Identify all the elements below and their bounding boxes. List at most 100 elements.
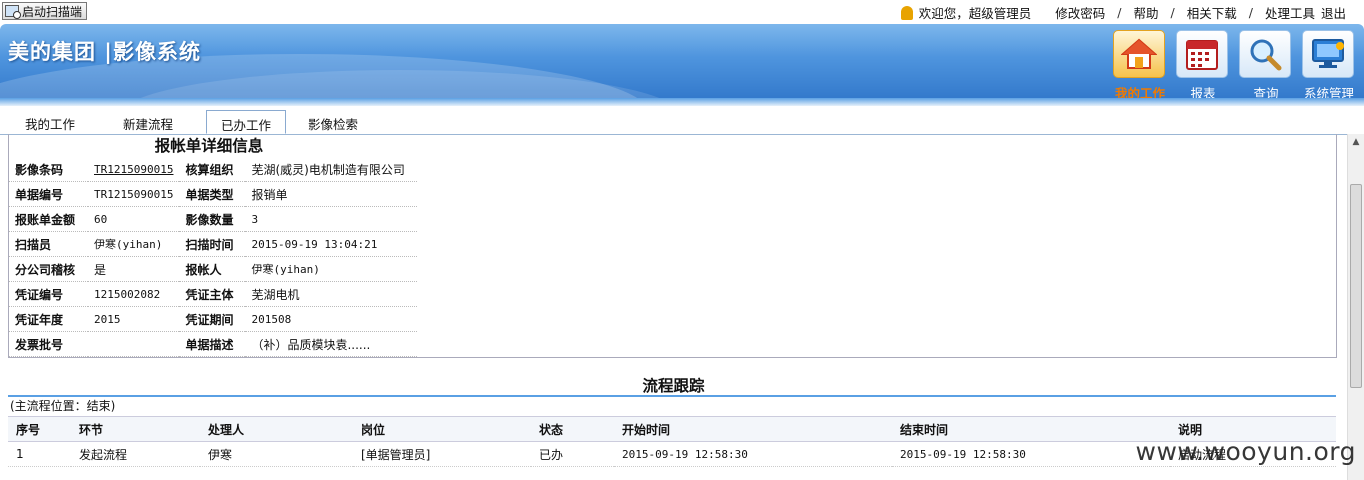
downloads-link[interactable]: 相关下载 (1187, 3, 1237, 22)
column-header: 环节 (71, 416, 200, 442)
vertical-scrollbar[interactable]: ▲ (1347, 134, 1364, 480)
field-label: 发票批号 (9, 331, 88, 357)
user-icon (900, 5, 913, 20)
field-label: 凭证编号 (9, 281, 88, 307)
column-header: 序号 (8, 416, 71, 442)
nav-search[interactable]: 查询 (1239, 30, 1293, 102)
table-cell: 1 (8, 441, 71, 467)
magnifier-icon (1250, 39, 1282, 71)
field-value-cell: 1215002082 (88, 281, 180, 307)
field-label: 报账单金额 (9, 206, 88, 232)
scroll-thumb[interactable] (1350, 184, 1362, 388)
image-barcode-value[interactable]: TR1215090015 (94, 163, 173, 176)
field-value: 是 (88, 256, 180, 282)
field-label: 凭证期间 (179, 306, 246, 332)
tab-my-work[interactable]: 我的工作 (25, 114, 75, 133)
field-value: TR1215090015 (94, 188, 174, 201)
table-cell: 已办 (531, 441, 614, 467)
field-value: 60 (94, 213, 108, 226)
field-value: 2015-09-19 13:04:21 (251, 238, 378, 251)
tab-image-search[interactable]: 影像检索 (308, 114, 358, 133)
start-scanner-label: 启动扫描端 (22, 4, 83, 19)
brand-title: 美的集团 |影像系统 (8, 40, 201, 64)
scroll-up-icon[interactable]: ▲ (1348, 134, 1364, 150)
field-label: 影像数量 (179, 206, 246, 232)
table-row: 报账单金额 60 影像数量 3 (9, 206, 418, 232)
field-value-cell: 2015-09-19 13:04:21 (245, 231, 418, 257)
table-row: 扫描员 伊寒(yihan) 扫描时间 2015-09-19 13:04:21 (9, 231, 418, 257)
field-value: （补）品质模块袁...... (245, 331, 418, 357)
column-header: 岗位 (353, 416, 531, 442)
table-row: 分公司稽核 是 报帐人 伊寒(yihan) (9, 256, 418, 282)
top-links: 欢迎您，超级管理员 修改密码 / 帮助 / 相关下载 / 处理工具 退出 (900, 3, 1346, 22)
home-icon (1121, 38, 1157, 69)
detail-panel: 报帐单详细信息 影像条码 TR1215090015 核算组织 芜湖(威灵)电机制… (8, 134, 1337, 358)
field-value: 报销单 (245, 181, 418, 207)
field-label: 单据类型 (179, 181, 246, 207)
help-link[interactable]: 帮助 (1134, 3, 1159, 22)
table-cell: 2015-09-19 12:58:30 (900, 448, 1026, 461)
field-label: 凭证年度 (9, 306, 88, 332)
field-label: 核算组织 (179, 157, 246, 182)
field-value-cell: TR1215090015 (88, 181, 180, 207)
nav-system-admin[interactable]: 系统管理 (1302, 30, 1356, 102)
tab-bar: 我的工作 新建流程 已办工作 影像检索 (0, 110, 1347, 135)
main-nav: 我的工作 报表 查询 系统管理 (1113, 30, 1356, 102)
column-header: 状态 (531, 416, 614, 442)
scanner-icon (5, 5, 21, 19)
monitor-icon (1312, 39, 1344, 68)
table-cell-cell: 2015-09-19 12:58:30 (614, 441, 892, 467)
field-value: 3 (251, 213, 259, 226)
field-value: 伊寒(yihan) (94, 238, 163, 251)
field-value-cell: 伊寒(yihan) (245, 256, 418, 282)
column-header: 结束时间 (892, 416, 1170, 442)
table-cell: 2015-09-19 12:58:30 (622, 448, 748, 461)
table-row: 发票批号 单据描述 （补）品质模块袁...... (9, 331, 418, 357)
field-value-cell: 60 (88, 206, 180, 232)
flow-title: 流程跟踪 (642, 377, 705, 395)
column-header: 开始时间 (614, 416, 892, 442)
column-header: 处理人 (200, 416, 353, 442)
nav-my-work[interactable]: 我的工作 (1113, 30, 1167, 102)
header-banner: 美的集团 |影像系统 我的工作 报表 查询 系统管理 (0, 24, 1364, 106)
table-cell-cell: 2015-09-19 12:58:30 (892, 441, 1170, 467)
field-label: 报帐人 (179, 256, 246, 282)
table-row: 影像条码 TR1215090015 核算组织 芜湖(威灵)电机制造有限公司 (9, 157, 418, 182)
field-value: 201508 (251, 313, 292, 326)
calendar-icon (1186, 40, 1218, 70)
field-value-cell: 201508 (245, 306, 418, 332)
logout-link[interactable]: 退出 (1321, 3, 1346, 22)
field-value-cell: 3 (245, 206, 418, 232)
image-barcode-link[interactable]: TR1215090015 (88, 157, 180, 182)
flow-position: (主流程位置：结束) (10, 399, 116, 413)
welcome-text: 欢迎您，超级管理员 (918, 6, 1032, 21)
field-value-cell: 伊寒(yihan) (88, 231, 180, 257)
field-label: 凭证主体 (179, 281, 246, 307)
detail-table: 影像条码 TR1215090015 核算组织 芜湖(威灵)电机制造有限公司 单据… (9, 157, 418, 357)
field-label: 分公司稽核 (9, 256, 88, 282)
field-value: 芜湖电机 (245, 281, 418, 307)
change-password-link[interactable]: 修改密码 (1055, 3, 1105, 22)
nav-reports[interactable]: 报表 (1176, 30, 1230, 102)
field-value: 芜湖(威灵)电机制造有限公司 (245, 157, 418, 182)
field-value: 伊寒(yihan) (251, 263, 320, 276)
flow-divider (8, 395, 1336, 397)
table-cell: [单据管理员] (353, 441, 531, 467)
table-row: 单据编号 TR1215090015 单据类型 报销单 (9, 181, 418, 207)
field-label: 扫描员 (9, 231, 88, 257)
top-bar: 启动扫描端 欢迎您，超级管理员 修改密码 / 帮助 / 相关下载 / 处理工具 … (0, 0, 1364, 24)
field-label: 扫描时间 (179, 231, 246, 257)
start-scanner-button[interactable]: 启动扫描端 (2, 2, 88, 20)
watermark: www.wooyun.org (1135, 437, 1356, 466)
detail-title: 报帐单详细信息 (154, 137, 264, 155)
field-label: 单据描述 (179, 331, 246, 357)
field-label: 单据编号 (9, 181, 88, 207)
tools-link[interactable]: 处理工具 (1265, 3, 1315, 22)
table-cell: 发起流程 (71, 441, 200, 467)
field-value (88, 331, 180, 357)
table-row: 凭证编号 1215002082 凭证主体 芜湖电机 (9, 281, 418, 307)
field-value: 2015 (94, 313, 121, 326)
tab-new-process[interactable]: 新建流程 (123, 114, 173, 133)
tab-done-work[interactable]: 已办工作 (206, 110, 287, 134)
table-row: 凭证年度 2015 凭证期间 201508 (9, 306, 418, 332)
